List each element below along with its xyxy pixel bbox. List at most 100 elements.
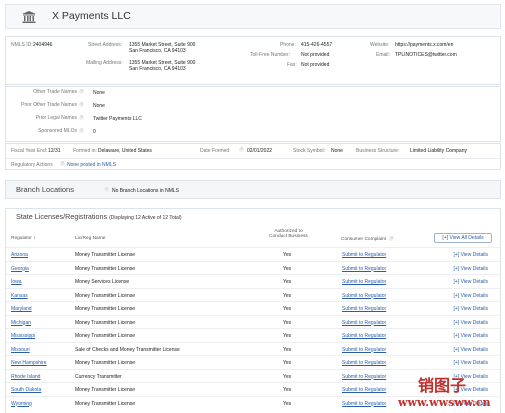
regulator-link[interactable]: South Dakota [11,387,41,393]
structure-value: Limited Liability Company [410,148,467,154]
submit-to-regulator-link[interactable]: Submit to Regulator [342,387,386,393]
email-value[interactable]: TPLINOTICES@twitter.com [395,52,457,58]
submit-to-regulator-link[interactable]: Submit to Regulator [342,266,386,272]
license-type: Money Transmitter License [75,252,136,258]
sort-icon: ↕ [33,236,36,241]
license-type: Money Transmitter License [75,319,136,326]
help-icon[interactable]: ? [79,102,84,108]
date-formed-value: 02/01/2022 [247,148,273,154]
table-row: Missouri Sale of Checks and Money Transmi… [6,341,500,356]
nmls-label: NMLS ID: [11,42,33,48]
submit-to-regulator-link[interactable]: Submit to Regulator [342,360,386,366]
bank-building-icon [22,11,36,23]
view-details-link[interactable]: [+] View Details [453,279,488,285]
view-details-link[interactable]: [+] View Details [453,333,488,339]
authorized-value: Yes [283,252,292,258]
submit-to-regulator-link[interactable]: Submit to Regulator [342,252,386,258]
stock-value: None [331,148,343,154]
col-authorized: Authorized to Conduct Business [269,229,308,239]
nmls-value: 2404946 [33,42,53,48]
divider [6,158,500,159]
regulator-link[interactable]: Georgia [11,266,29,272]
stock-label: Stock Symbol: [293,148,325,154]
fiscal-panel: Fiscal Year End: 12/31 Formed in: Delawa… [5,143,501,170]
help-icon[interactable]: ? [79,89,84,95]
authorized-value: Yes [283,400,292,407]
help-icon[interactable]: ? [60,161,65,167]
branch-locations-panel: Branch Locations ? No Branch Locations i… [5,180,501,199]
submit-to-regulator-link[interactable]: Submit to Regulator [342,306,386,312]
licenses-title: State Licenses/Registrations (Displaying… [16,212,182,221]
authorized-value: Yes [283,279,292,285]
regulator-link[interactable]: Michigan [11,320,31,326]
license-type: Money Transmitter License [75,333,136,339]
watermark-cn-text: 销图子 [418,376,467,395]
submit-to-regulator-link[interactable]: Submit to Regulator [342,347,386,353]
table-row: New Hampshire Money Transmitter License Ye… [6,355,500,369]
submit-to-regulator-link[interactable]: Submit to Regulator [342,293,386,299]
regulator-link[interactable]: Arizona [11,252,28,258]
formed-in-label: Formed in: [73,148,97,154]
regulator-link[interactable]: Missouri [11,347,30,353]
table-row: Arizona Money Transmitter License Yes Submi… [6,247,500,261]
col-complaint: Consumer Complaint ? [341,236,395,242]
formed-in-value: Delaware, United States [98,148,152,154]
mailing-line2: San Francisco, CA 94103 [129,66,186,72]
submit-to-regulator-link[interactable]: Submit to Regulator [342,279,386,285]
view-details-link[interactable]: [+] View Details [453,347,488,353]
authorized-value: Yes [283,373,292,380]
licenses-count: (Displaying 12 Active of 12 Total) [109,215,182,221]
prior-trade-names-row: Prior Other Trade Names? [21,101,86,110]
tollfree-value: Not provided [301,52,330,58]
other-trade-names-row: Other Trade Names? [33,88,86,97]
view-details-link[interactable]: [+] View Details [453,252,488,258]
view-all-details-button[interactable]: [+] View All Details [434,233,492,243]
help-icon[interactable]: ? [239,147,244,153]
mlo-value: 0 [93,129,96,135]
view-details-link[interactable]: [+] View Details [453,320,488,326]
regulator-link[interactable]: Iowa [11,279,22,285]
regulator-link[interactable]: Wyoming [11,401,32,407]
regulator-link[interactable]: Rhode Island [11,374,40,380]
table-row: Iowa Money Services License Yes Submit to R… [6,274,500,288]
submit-to-regulator-link[interactable]: Submit to Regulator [342,374,386,380]
col-regulator[interactable]: Regulator ↕ [11,236,36,241]
submit-to-regulator-link[interactable]: Submit to Regulator [342,320,386,326]
view-details-link[interactable]: [+] View Details [453,293,488,299]
license-type: Money Transmitter License [75,400,136,407]
authorized-value: Yes [283,292,292,299]
company-name: X Payments LLC [52,10,131,22]
website-value[interactable]: https://payments.x.com/en [395,42,453,48]
license-type: Money Transmitter License [75,387,136,393]
prior-trade-value: None [93,103,105,109]
other-trade-label: Other Trade Names [33,89,77,95]
prior-legal-names-row: Prior Legal Names? [36,114,86,123]
prior-legal-label: Prior Legal Names [35,115,77,121]
help-icon[interactable]: ? [389,236,395,241]
help-icon[interactable]: ? [104,187,109,193]
license-type: Money Transmitter License [75,360,136,366]
help-icon[interactable]: ? [79,128,84,134]
licenses-title-text: State Licenses/Registrations [16,212,108,221]
submit-to-regulator-link[interactable]: Submit to Regulator [342,333,386,339]
col-lic-type: Lic/Reg Name [75,236,106,241]
view-details-link[interactable]: [+] View Details [453,266,488,272]
view-details-link[interactable]: [+] View Details [453,360,488,366]
regulator-link[interactable]: Kansas [11,293,28,299]
license-type: Money Transmitter License [75,292,136,299]
license-type: Money Services License [75,279,130,285]
date-formed-label: Date Formed [200,148,230,154]
regulator-link[interactable]: Maryland [11,306,32,312]
authorized-value: Yes [283,265,292,272]
view-details-link[interactable]: [+] View Details [453,306,488,312]
table-row: Georgia Money Transmitter License Yes Submi… [6,260,500,275]
tollfree-label: Toll-Free Number: [250,52,291,58]
help-icon[interactable]: ? [79,115,84,121]
authorized-value: Yes [283,360,292,366]
regulator-link[interactable]: New Hampshire [11,360,47,366]
fax-value: Not provided [301,62,330,68]
license-type: Money Transmitter License [75,265,136,272]
table-row: Mississippi Money Transmitter License Yes S… [6,328,500,342]
submit-to-regulator-link[interactable]: Submit to Regulator [342,401,386,407]
regulator-link[interactable]: Mississippi [11,333,35,339]
